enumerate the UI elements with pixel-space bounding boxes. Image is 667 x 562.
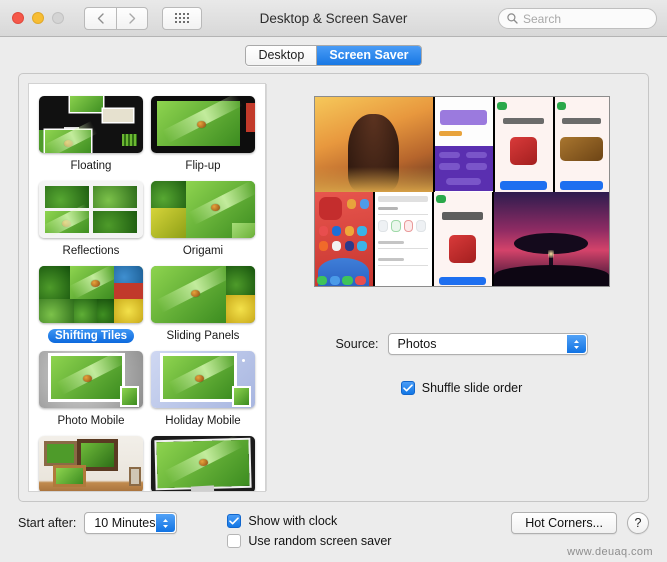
preferences-window: Desktop & Screen Saver Search Desktop Sc…: [0, 0, 667, 562]
search-placeholder: Search: [523, 11, 562, 26]
source-value: Photos: [397, 337, 437, 351]
preview-tile-recently-played-red: [494, 97, 553, 192]
screen-saver-thumbnail: [39, 181, 143, 238]
navigation-buttons: [84, 6, 148, 30]
preview-tile-dark-tree-sunset: [493, 191, 609, 286]
stepper-updown-icon[interactable]: [566, 335, 586, 353]
tab-desktop[interactable]: Desktop: [246, 45, 317, 65]
preview-tile-recently-played-white: [433, 191, 492, 286]
start-after-label: Start after:: [18, 516, 77, 530]
screen-saver-item[interactable]: Origami: [147, 177, 259, 260]
screen-saver-item[interactable]: Sliding Panels: [147, 262, 259, 345]
start-after-popup-button[interactable]: 10 Minutes: [84, 512, 178, 534]
screen-saver-thumbnail: [39, 436, 143, 491]
tab-group: Desktop Screen Saver: [245, 44, 422, 66]
title-bar: Desktop & Screen Saver Search: [0, 0, 667, 37]
screen-saver-thumbnail: [151, 266, 255, 323]
screen-saver-thumbnail: [151, 436, 255, 491]
shuffle-row[interactable]: Shuffle slide order: [293, 381, 630, 395]
tab-screen-saver[interactable]: Screen Saver: [316, 45, 421, 65]
footer-bar: Start after: 10 Minutes Show with clock: [0, 504, 667, 562]
help-button[interactable]: ?: [627, 512, 649, 534]
preview-tile-sunset-girl-photo: [314, 97, 433, 192]
checkmark-icon: [229, 517, 240, 525]
chevron-left-icon: [97, 12, 104, 24]
traffic-lights: [12, 12, 64, 24]
screen-saver-item[interactable]: Flip-up: [147, 92, 259, 175]
search-icon: [507, 13, 518, 24]
watermark: www.deuaq.com: [567, 546, 653, 558]
shuffle-label: Shuffle slide order: [421, 381, 523, 395]
tab-bar: Desktop Screen Saver: [0, 37, 667, 73]
screen-saver-item[interactable]: Floating: [35, 92, 147, 175]
screen-saver-thumbnail: [151, 181, 255, 238]
screen-saver-label: Shifting Tiles: [48, 329, 134, 343]
screen-saver-label: Holiday Mobile: [165, 415, 241, 427]
screen-saver-item[interactable]: Holiday Mobile: [147, 347, 259, 430]
preview-tile-ios-homescreen: [314, 191, 373, 286]
checkmark-icon: [402, 384, 413, 392]
screen-saver-preview[interactable]: [313, 96, 610, 287]
preview-pane: Source: Photos Shuffle slide order: [267, 74, 648, 501]
preview-controls: Source: Photos Shuffle slide order: [293, 333, 630, 395]
screen-saver-label: Photo Mobile: [57, 415, 125, 427]
show-with-clock-checkbox[interactable]: [227, 514, 242, 528]
content-panel: Floating Flip-up Reflections Origami Shi…: [18, 73, 649, 502]
screen-saver-thumbnail: [151, 351, 255, 408]
screen-saver-thumbnail: [39, 96, 143, 153]
footer-checkboxes: Show with clock Use random screen saver: [227, 512, 391, 548]
screen-saver-label: Floating: [70, 160, 112, 172]
show-all-button[interactable]: [162, 6, 202, 30]
grid-dots-icon: [175, 13, 189, 23]
back-button[interactable]: [84, 6, 116, 30]
preview-row-top: [314, 97, 609, 192]
screen-saver-item[interactable]: Vintage Prints: [147, 432, 259, 491]
screen-saver-item[interactable]: Shifting Tiles: [35, 262, 147, 345]
preview-tile-settings-list-screenshot: [374, 191, 432, 286]
source-row: Source: Photos: [293, 333, 630, 355]
screen-saver-label: Sliding Panels: [166, 330, 240, 342]
screen-saver-thumbnail: [151, 96, 255, 153]
screen-saver-label: Origami: [182, 245, 224, 257]
use-random-checkbox[interactable]: [227, 534, 242, 548]
start-after-group: Start after: 10 Minutes: [18, 512, 178, 534]
screen-saver-item[interactable]: Reflections: [35, 177, 147, 260]
screen-saver-item[interactable]: Photo Mobile: [35, 347, 147, 430]
footer-actions: Hot Corners... ?: [511, 512, 649, 534]
preview-row-bottom: [314, 191, 609, 286]
screen-saver-label: Reflections: [62, 245, 120, 257]
use-random-row[interactable]: Use random screen saver: [227, 534, 391, 548]
show-with-clock-row[interactable]: Show with clock: [227, 514, 391, 528]
search-field[interactable]: Search: [498, 8, 657, 29]
chevron-right-icon: [128, 12, 136, 24]
screen-saver-grid: Floating Flip-up Reflections Origami Shi…: [29, 84, 265, 491]
screen-saver-list[interactable]: Floating Flip-up Reflections Origami Shi…: [28, 83, 266, 492]
start-after-stepper-icon[interactable]: [156, 514, 176, 532]
zoom-button[interactable]: [52, 12, 64, 24]
show-with-clock-label: Show with clock: [248, 514, 338, 528]
shuffle-checkbox[interactable]: [400, 381, 415, 395]
screen-saver-label: Flip-up: [185, 160, 221, 172]
close-button[interactable]: [12, 12, 24, 24]
hot-corners-button[interactable]: Hot Corners...: [511, 512, 617, 534]
preview-tile-purple-app-screenshot: [434, 97, 493, 192]
start-after-value: 10 Minutes: [94, 516, 156, 530]
forward-button[interactable]: [116, 6, 148, 30]
minimize-button[interactable]: [32, 12, 44, 24]
screen-saver-thumbnail: [39, 351, 143, 408]
screen-saver-item[interactable]: Photo Wall: [35, 432, 147, 491]
use-random-label: Use random screen saver: [248, 534, 392, 548]
source-popup-button[interactable]: Photos: [387, 333, 588, 355]
preview-tile-recently-played-brown: [554, 97, 609, 192]
screen-saver-thumbnail: [39, 266, 143, 323]
source-label: Source:: [335, 337, 379, 351]
